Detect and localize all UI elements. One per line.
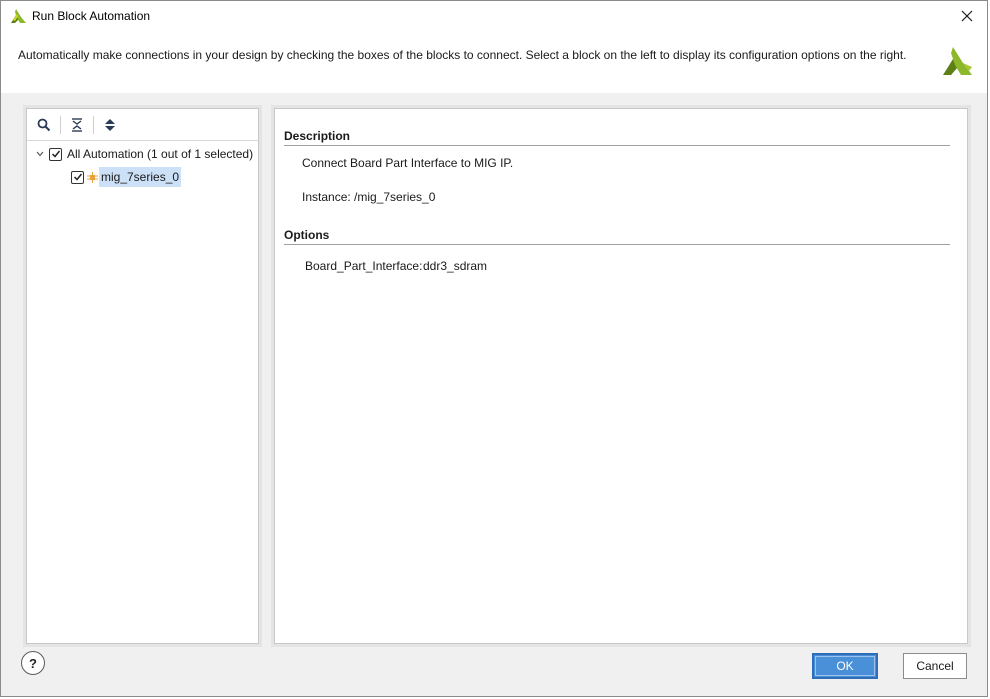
configuration-panel: Description Connect Board Part Interface… [271, 105, 971, 647]
tree-toolbar [27, 109, 258, 141]
tree-item-label: mig_7series_0 [99, 167, 182, 187]
expand-all-button[interactable] [100, 115, 120, 135]
xilinx-logo-icon [943, 47, 972, 75]
instance-text: Instance: /mig_7series_0 [302, 190, 436, 204]
collapse-all-button[interactable] [67, 115, 87, 135]
search-button[interactable] [34, 115, 54, 135]
toolbar-separator [60, 116, 61, 134]
cancel-button[interactable]: Cancel [903, 653, 967, 679]
tree-item-label: All Automation (1 out of 1 selected) [67, 147, 254, 161]
title-bar: Run Block Automation [1, 1, 987, 31]
close-icon [961, 10, 973, 22]
search-icon [37, 118, 51, 132]
ok-button[interactable]: OK [812, 653, 878, 679]
mig-7series-0-checkbox[interactable] [71, 170, 84, 184]
tree-item-mig-7series-0[interactable]: mig_7series_0 [71, 166, 182, 188]
run-block-automation-dialog: Run Block Automation Automatically make … [0, 0, 988, 697]
tree-item-all-automation[interactable]: All Automation (1 out of 1 selected) [34, 143, 253, 165]
checkmark-icon [51, 150, 60, 158]
description-text: Connect Board Part Interface to MIG IP. [302, 156, 514, 170]
toolbar-separator [93, 116, 94, 134]
ip-block-icon [87, 171, 98, 183]
xilinx-logo-icon [11, 9, 26, 23]
header-banner: Automatically make connections in your d… [1, 31, 987, 93]
collapse-all-icon [72, 118, 82, 132]
expand-all-icon [105, 119, 115, 131]
header-instructions: Automatically make connections in your d… [18, 48, 907, 62]
all-automation-checkbox[interactable] [49, 147, 62, 161]
description-header: Description [284, 129, 950, 146]
automation-tree-panel: All Automation (1 out of 1 selected) mig… [23, 105, 262, 647]
chevron-down-icon[interactable] [34, 148, 46, 160]
board-part-interface-value[interactable]: ddr3_sdram [423, 259, 487, 273]
close-button[interactable] [947, 1, 987, 31]
checkmark-icon [73, 173, 82, 181]
help-button[interactable]: ? [21, 651, 45, 675]
window-title: Run Block Automation [32, 9, 151, 23]
help-icon: ? [29, 655, 37, 671]
options-header: Options [284, 228, 950, 245]
board-part-interface-label: Board_Part_Interface: [305, 259, 423, 273]
